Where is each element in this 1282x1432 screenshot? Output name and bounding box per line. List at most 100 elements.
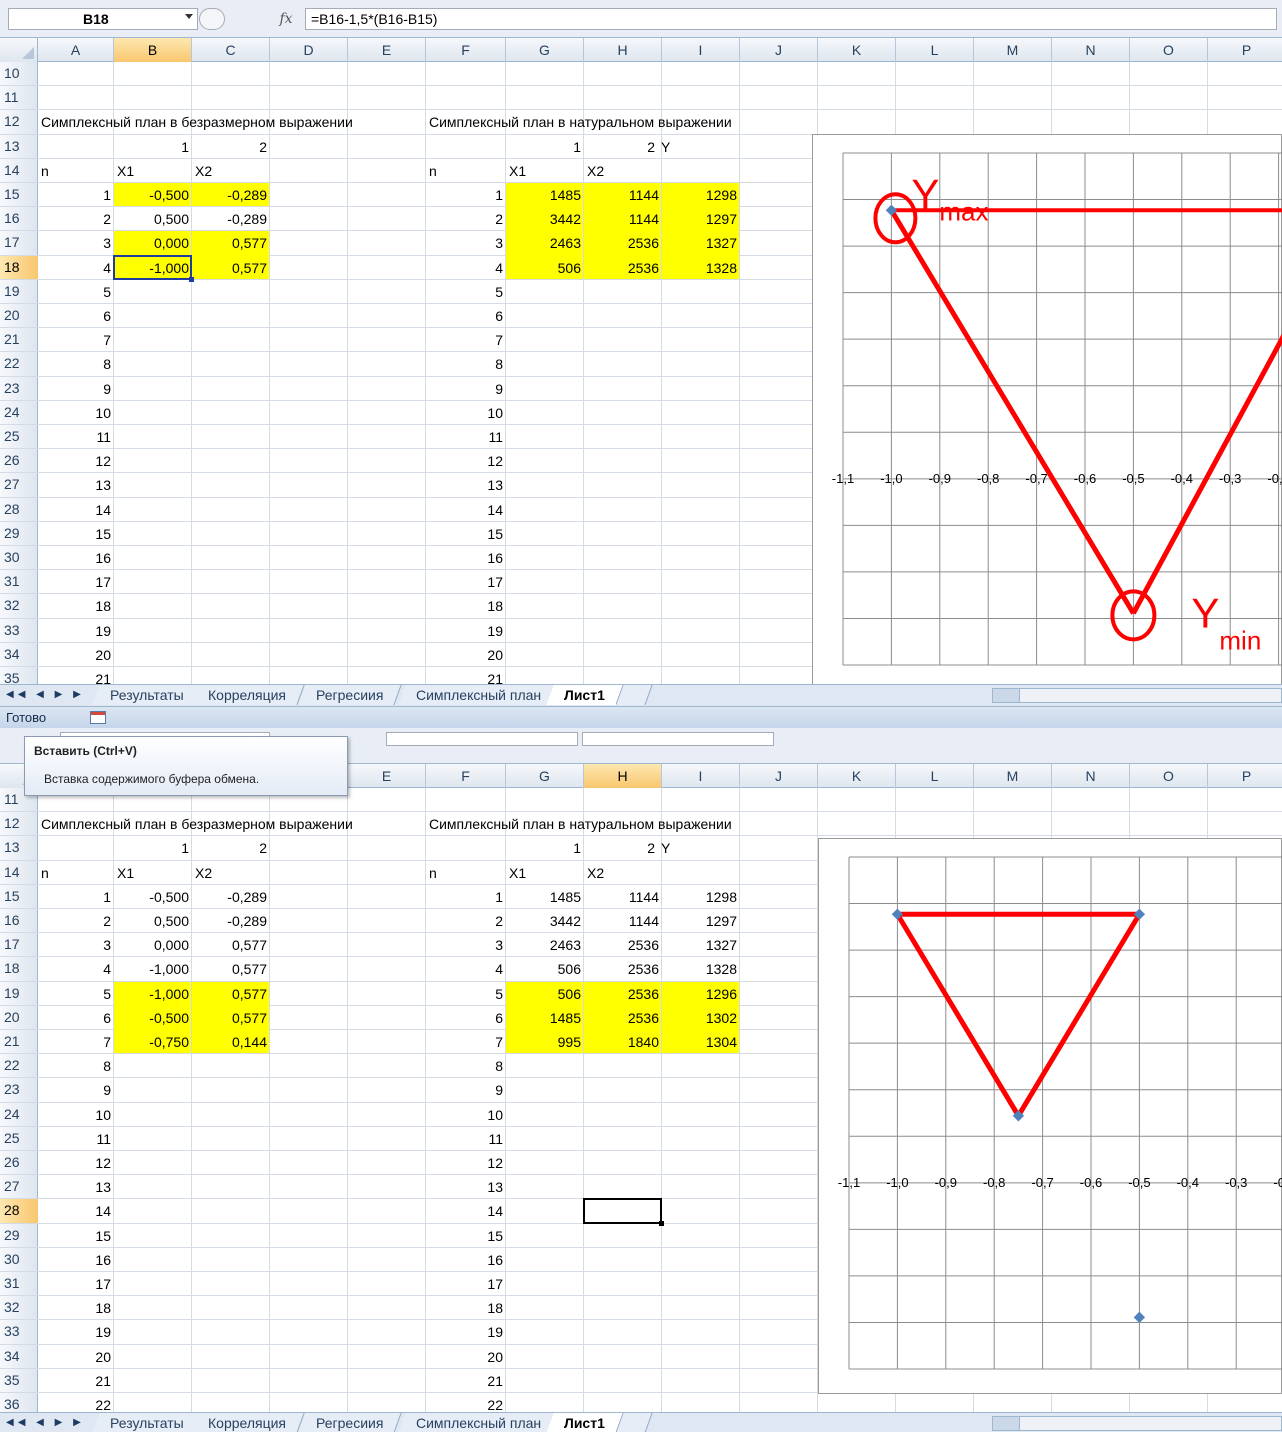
cell-n[interactable]: 1: [38, 183, 114, 207]
sheet-nav-arrows[interactable]: ◀◀ ◀ ▶ ▶: [6, 1415, 85, 1431]
cell-n[interactable]: 12: [426, 1151, 506, 1175]
cell-n[interactable]: 11: [426, 425, 506, 449]
cell-n[interactable]: 14: [38, 498, 114, 522]
cell-n[interactable]: 6: [38, 1006, 114, 1030]
cell-y[interactable]: 1297: [662, 207, 740, 231]
cell-x1[interactable]: 506: [506, 982, 584, 1006]
cell-n[interactable]: 13: [426, 473, 506, 497]
cell-x2[interactable]: 2536: [584, 231, 662, 255]
cell-n[interactable]: 17: [38, 570, 114, 594]
cell-x2[interactable]: 0,577: [192, 982, 270, 1006]
cell-n[interactable]: 10: [426, 1103, 506, 1127]
cell-n[interactable]: 8: [38, 1054, 114, 1078]
cell-n[interactable]: 13: [38, 1175, 114, 1199]
cell-n[interactable]: 14: [426, 1199, 506, 1223]
cell-n[interactable]: 22: [426, 1393, 506, 1412]
cell-x2[interactable]: 2536: [584, 957, 662, 981]
column-header-a[interactable]: A: [38, 38, 114, 62]
cell-n[interactable]: 13: [426, 1175, 506, 1199]
column-header-i[interactable]: I: [662, 764, 740, 788]
cell-x2[interactable]: 2536: [584, 1006, 662, 1030]
sheet-tab[interactable]: Симплексный план: [398, 685, 560, 705]
cell-n[interactable]: 11: [38, 425, 114, 449]
cell-n[interactable]: 3: [426, 933, 506, 957]
cell-n[interactable]: 4: [38, 256, 114, 280]
fill-handle[interactable]: [189, 276, 194, 282]
cell-n[interactable]: 7: [38, 1030, 114, 1054]
column-header-e[interactable]: E: [348, 764, 426, 788]
cell-x2[interactable]: 1144: [584, 909, 662, 933]
cell-y[interactable]: 1304: [662, 1030, 740, 1054]
cell-n[interactable]: 17: [426, 570, 506, 594]
cell-n[interactable]: 3: [38, 231, 114, 255]
column-header-f[interactable]: F: [426, 764, 506, 788]
cell-n[interactable]: 6: [426, 1006, 506, 1030]
cell-n[interactable]: 1: [426, 885, 506, 909]
cell-n[interactable]: 15: [38, 522, 114, 546]
cell-n[interactable]: 6: [426, 304, 506, 328]
cell-n[interactable]: 11: [426, 1127, 506, 1151]
cell-x1[interactable]: -0,500: [114, 1006, 192, 1030]
scatter-chart[interactable]: -1,1 -1,0 -0,9 -0,8 -0,7 -0,6 -0,5 -0,4 -0,3 -0,2…: [812, 134, 1282, 686]
formula-input[interactable]: =B16-1,5*(B16-B15): [305, 8, 1277, 30]
cell-n[interactable]: 20: [38, 643, 114, 667]
cell-x1[interactable]: -0,500: [114, 885, 192, 909]
cell-x2[interactable]: 0,144: [192, 1030, 270, 1054]
column-header-i[interactable]: I: [662, 38, 740, 62]
cell-x2[interactable]: 2536: [584, 982, 662, 1006]
cell-n[interactable]: 3: [426, 231, 506, 255]
cell-n[interactable]: 5: [426, 280, 506, 304]
column-header-p[interactable]: P: [1208, 38, 1282, 62]
cell-x1[interactable]: 1485: [506, 1006, 584, 1030]
cell-n[interactable]: 12: [38, 1151, 114, 1175]
cell-x2[interactable]: 1144: [584, 183, 662, 207]
cell-n[interactable]: 20: [426, 643, 506, 667]
cell-n[interactable]: 8: [426, 352, 506, 376]
column-header-o[interactable]: O: [1130, 38, 1208, 62]
cell-x1[interactable]: 0,000: [114, 231, 192, 255]
cell-x2[interactable]: -0,289: [192, 207, 270, 231]
cell-x1[interactable]: 2463: [506, 933, 584, 957]
cell-n[interactable]: 6: [38, 304, 114, 328]
chevron-down-icon[interactable]: [185, 14, 193, 19]
column-header-l[interactable]: L: [896, 764, 974, 788]
cell-x1[interactable]: 3442: [506, 909, 584, 933]
cell-x2[interactable]: 0,577: [192, 256, 270, 280]
cell-n[interactable]: 19: [426, 1320, 506, 1344]
cell-x2[interactable]: -0,289: [192, 909, 270, 933]
column-header-l[interactable]: L: [896, 38, 974, 62]
cell-y[interactable]: 1328: [662, 957, 740, 981]
cell-n[interactable]: 8: [426, 1054, 506, 1078]
cell-n[interactable]: 17: [38, 1272, 114, 1296]
cell-n[interactable]: 7: [38, 328, 114, 352]
cell-y[interactable]: 1296: [662, 982, 740, 1006]
column-header-c[interactable]: C: [192, 38, 270, 62]
active-cell-cursor[interactable]: [583, 1198, 664, 1226]
cell-n[interactable]: 15: [426, 1224, 506, 1248]
cell-n[interactable]: 16: [38, 1248, 114, 1272]
cell-x2[interactable]: 1840: [584, 1030, 662, 1054]
cell-n[interactable]: 9: [38, 1078, 114, 1102]
cell-n[interactable]: 5: [38, 280, 114, 304]
cell-n[interactable]: 16: [426, 1248, 506, 1272]
cell-n[interactable]: 9: [38, 377, 114, 401]
cell-n[interactable]: 15: [38, 1224, 114, 1248]
cell-n[interactable]: 19: [38, 1320, 114, 1344]
cell-n[interactable]: 4: [426, 256, 506, 280]
sheet-tab[interactable]: Лист1: [546, 1413, 624, 1432]
select-all-corner[interactable]: [0, 38, 38, 62]
insert-sheet-tab[interactable]: [616, 1413, 653, 1432]
cell-n[interactable]: 4: [426, 957, 506, 981]
cell-x1[interactable]: 0,500: [114, 909, 192, 933]
cell-n[interactable]: 17: [426, 1272, 506, 1296]
name-box-button[interactable]: [199, 8, 225, 30]
sheet-tab[interactable]: Результаты: [92, 685, 203, 705]
cell-n[interactable]: 14: [38, 1199, 114, 1223]
column-header-n[interactable]: N: [1052, 38, 1130, 62]
cell-x2[interactable]: 1144: [584, 207, 662, 231]
column-header-j[interactable]: J: [740, 38, 818, 62]
column-header-f[interactable]: F: [426, 38, 506, 62]
cell-n[interactable]: 2: [38, 207, 114, 231]
cell-n[interactable]: 10: [426, 401, 506, 425]
cell-y[interactable]: 1327: [662, 933, 740, 957]
